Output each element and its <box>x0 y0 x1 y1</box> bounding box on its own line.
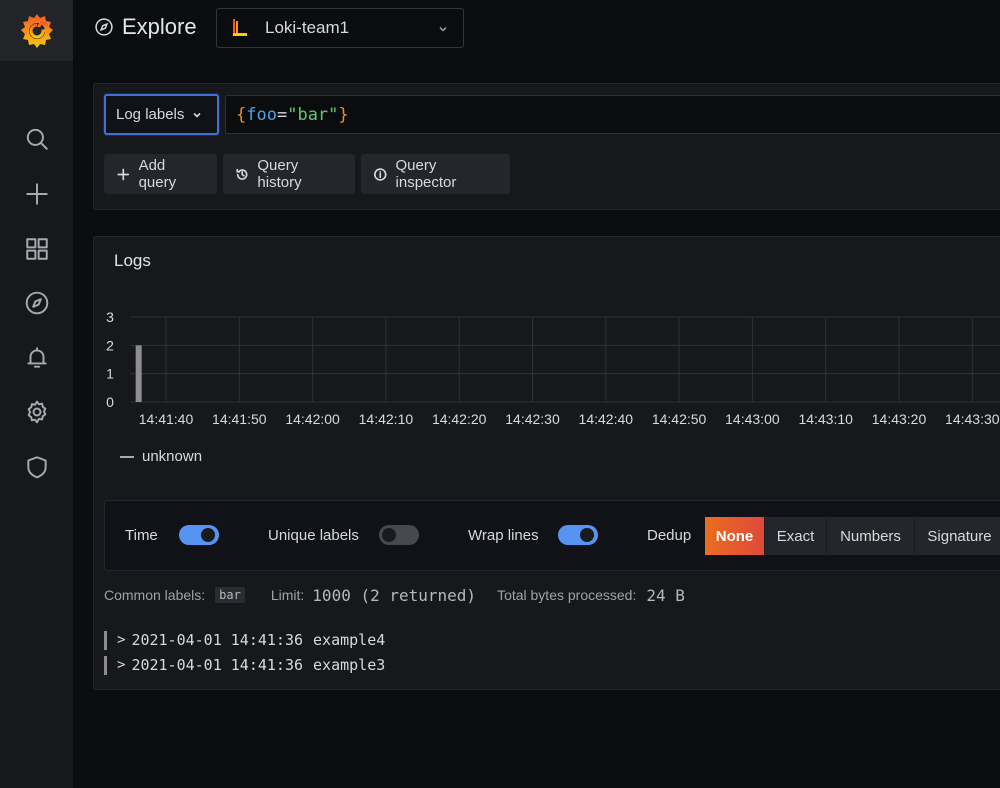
y-tick-label: 1 <box>106 366 114 382</box>
y-tick-label: 3 <box>106 309 114 325</box>
query-token-value: "bar" <box>287 104 339 125</box>
grid-icon[interactable] <box>22 234 52 264</box>
limit-label: Limit: <box>270 587 305 603</box>
x-tick-label: 14:43:10 <box>798 411 853 427</box>
log-timestamp: 2021-04-01 14:41:36 <box>131 631 304 649</box>
query-token-brace-close: } <box>338 104 349 125</box>
query-history-label: Query history <box>257 157 302 191</box>
x-tick-label: 14:43:20 <box>872 411 927 427</box>
common-label-chip: bar <box>215 587 245 603</box>
logs-options-bar: Time Unique labels Wrap lines Dedup None… <box>104 500 1000 571</box>
compass-icon[interactable] <box>22 288 52 318</box>
chevron-right-icon[interactable]: > <box>117 632 125 648</box>
log-row[interactable]: > 2021-04-01 14:41:36 example3 <box>104 655 385 675</box>
logs-panel-title: Logs <box>114 251 151 270</box>
time-toggle-label: Time <box>125 527 158 544</box>
logs-volume-chart: 0 1 2 3 14:41:40 14:41:50 14:42:00 14:42:10 14:4… <box>106 309 1000 427</box>
log-labels-label: Log labels <box>116 106 185 123</box>
compass-icon <box>95 18 113 36</box>
wrap-lines-toggle[interactable] <box>558 525 598 545</box>
y-tick-label: 0 <box>106 394 114 410</box>
datasource-name: Loki-team1 <box>265 18 350 37</box>
query-editor[interactable]: {foo = "bar"} <box>225 95 1000 134</box>
dedup-numbers-button[interactable]: Numbers <box>827 517 915 555</box>
grafana-logo[interactable] <box>0 0 73 61</box>
query-inspector-label: Query inspector <box>395 157 457 191</box>
query-history-button[interactable]: Query history <box>223 154 355 194</box>
logs-panel: Logs 0 1 2 3 14:41:40 14:41:50 14:42:00 14:42:1… <box>93 236 1000 690</box>
x-tick-label: 14:42:50 <box>652 411 707 427</box>
unique-labels-toggle-label: Unique labels <box>268 527 359 544</box>
wrap-lines-toggle-label: Wrap lines <box>468 527 539 544</box>
legend-series-label: unknown <box>142 448 203 465</box>
sidebar <box>0 0 73 788</box>
add-query-label: Add query <box>138 157 177 191</box>
plus-icon[interactable] <box>22 179 52 209</box>
dedup-exact-button[interactable]: Exact <box>765 517 827 555</box>
shield-icon[interactable] <box>22 452 52 482</box>
search-icon[interactable] <box>22 124 52 154</box>
bytes-processed-label: Total bytes processed: <box>497 587 637 603</box>
page-title-text: Explore <box>122 14 197 39</box>
dedup-signature-button[interactable]: Signature <box>915 517 1000 555</box>
x-tick-label: 14:42:30 <box>505 411 560 427</box>
x-tick-label: 14:43:30 <box>945 411 1000 427</box>
query-row: Log labels {foo = "bar"} Add query Query h… <box>93 83 1000 210</box>
datasource-picker[interactable]: Loki-team1 <box>216 8 464 48</box>
y-tick-label: 2 <box>106 337 114 353</box>
query-inspector-button[interactable]: Query inspector <box>361 154 510 194</box>
query-token-key: foo <box>246 104 277 125</box>
chart-bar <box>135 345 142 402</box>
x-tick-label: 14:42:10 <box>359 411 414 427</box>
chevron-right-icon[interactable]: > <box>117 657 125 673</box>
log-labels-button[interactable]: Log labels <box>104 94 219 135</box>
info-icon <box>373 167 387 181</box>
page-title: Explore <box>94 14 197 40</box>
chevron-down-icon <box>437 22 449 34</box>
plus-icon <box>117 168 130 180</box>
unique-labels-toggle[interactable] <box>379 525 419 545</box>
legend-series-marker <box>120 455 134 458</box>
common-labels-label: Common labels: <box>104 587 206 603</box>
x-tick-label: 14:41:40 <box>139 411 194 427</box>
dedup-none-button[interactable]: None <box>705 517 765 555</box>
query-token-brace-open: { <box>236 104 247 125</box>
time-toggle[interactable] <box>179 525 219 545</box>
x-tick-label: 14:42:40 <box>579 411 634 427</box>
logs-meta: Common labels: bar Limit: 1000 (2 return… <box>104 585 685 605</box>
log-line: example4 <box>313 631 386 649</box>
add-query-button[interactable]: Add query <box>104 154 217 194</box>
bytes-processed-value: 24 B <box>646 585 685 605</box>
log-level-indicator <box>104 630 107 650</box>
limit-value: 1000 (2 returned) <box>312 585 477 605</box>
log-timestamp: 2021-04-01 14:41:36 <box>131 656 304 674</box>
dedup-label: Dedup <box>647 527 692 544</box>
x-tick-label: 14:42:20 <box>432 411 487 427</box>
chart-legend-item[interactable]: unknown <box>120 448 202 465</box>
x-tick-label: 14:41:50 <box>212 411 267 427</box>
log-row[interactable]: > 2021-04-01 14:41:36 example4 <box>104 630 385 650</box>
x-tick-label: 14:42:00 <box>285 411 340 427</box>
chevron-down-icon <box>193 112 201 118</box>
bell-icon[interactable] <box>22 343 52 373</box>
log-level-indicator <box>104 655 107 675</box>
grafana-logo-icon <box>20 13 53 48</box>
gear-icon[interactable] <box>22 397 52 427</box>
query-token-operator: = <box>276 104 288 125</box>
loki-logo-icon <box>233 19 247 36</box>
history-icon <box>236 168 248 180</box>
x-tick-label: 14:43:00 <box>725 411 780 427</box>
toggle-knob <box>201 528 215 542</box>
log-line: example3 <box>313 656 386 674</box>
toggle-knob <box>580 528 594 542</box>
toggle-knob <box>382 528 396 542</box>
